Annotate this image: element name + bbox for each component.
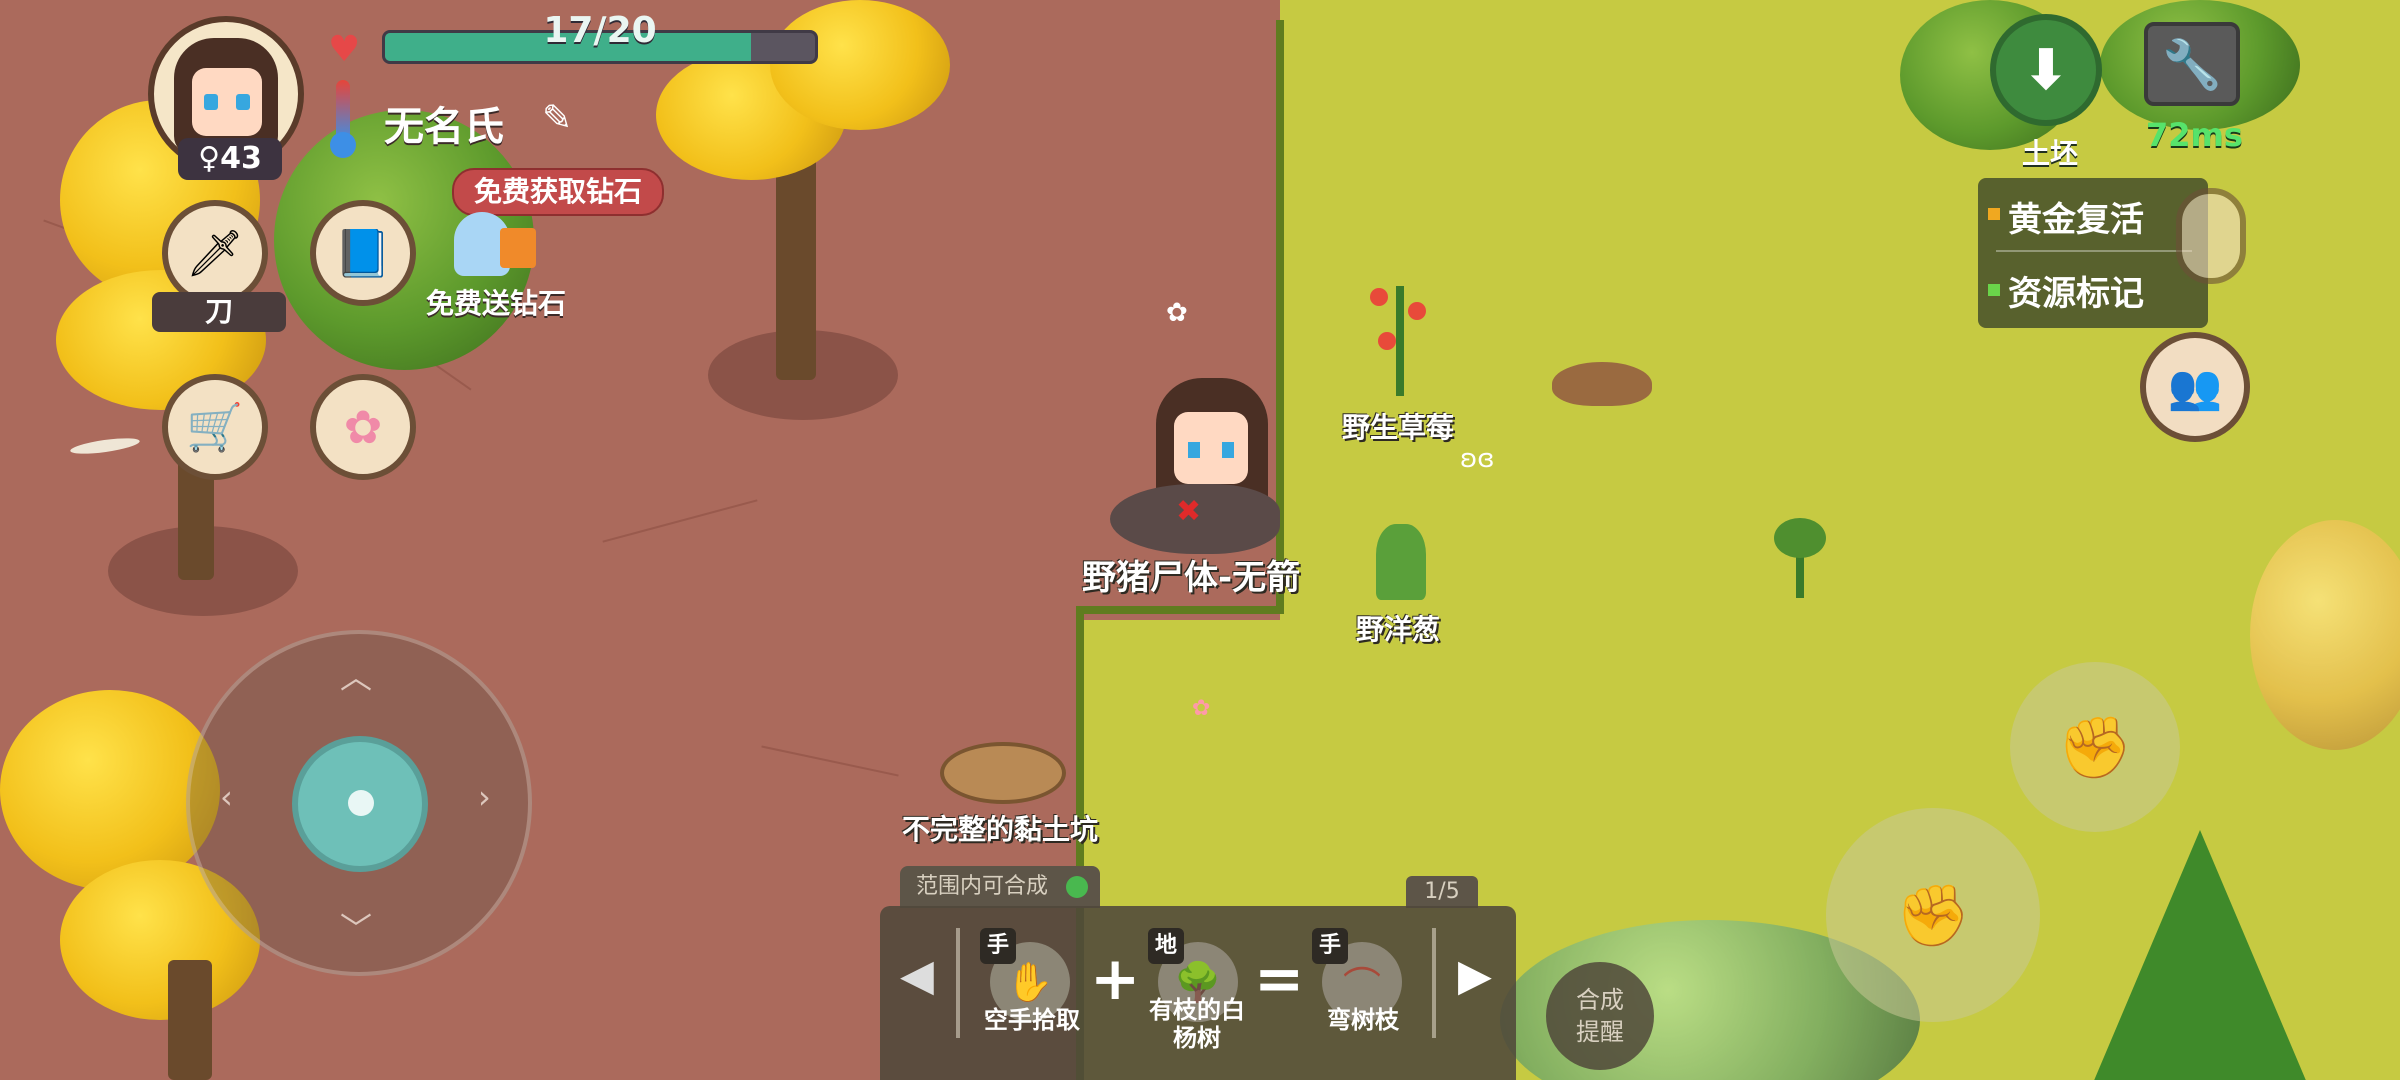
boar-corpse-label: 野猪尸体-无箭 xyxy=(1082,558,1301,598)
slot-tag-ground: 地 xyxy=(1148,928,1184,964)
friends-button[interactable]: 👥 xyxy=(2140,332,2250,442)
butterfly: ʚɞ xyxy=(1460,444,1495,474)
sapling[interactable] xyxy=(1770,508,1830,598)
feather xyxy=(69,435,141,457)
game-stage[interactable]: 野生草莓 野洋葱 ✖ 野猪尸体-无箭 不完整的黏土坑 ✿ ʚɞ ✿ ♀43 ♥ … xyxy=(0,0,2400,1080)
avatar-face xyxy=(192,68,262,136)
ping-indicator: 72ms xyxy=(2146,116,2243,154)
menu-dot-icon xyxy=(1988,208,2000,220)
weapon-label: 刀 xyxy=(152,292,286,332)
craft-status-dot xyxy=(1066,876,1088,898)
flower-icon: ✿ xyxy=(343,400,383,454)
fist-icon: ✊ xyxy=(1895,880,1971,951)
heart-icon: ♥ xyxy=(328,29,361,70)
knife-icon: 🗡 xyxy=(185,225,245,280)
craft-divider xyxy=(1432,928,1436,1038)
slot-name-poplar: 有枝的白杨树 xyxy=(1149,996,1245,1052)
avatar-eye xyxy=(236,94,250,110)
menu-resource-marker[interactable]: 资源标记 xyxy=(2008,266,2144,315)
wild-onion-label: 野洋葱 xyxy=(1356,613,1441,646)
red-x-marker: ✖ xyxy=(1176,494,1202,529)
hand-grab-icon: ✊ xyxy=(2057,712,2133,783)
plus-sign: + xyxy=(1090,944,1141,1014)
shop-button[interactable]: 🛒 xyxy=(162,374,268,480)
slot-name-bare-hand: 空手拾取 xyxy=(984,1006,1080,1034)
wild-strawberry-plant[interactable] xyxy=(1364,276,1436,396)
menu-dot-icon xyxy=(1988,284,2000,296)
player-name: 无名氏 xyxy=(384,104,504,150)
joystick-right-arrow: › xyxy=(478,778,491,816)
wrench-icon: 🔧 xyxy=(2162,36,2222,93)
joystick-left-arrow: ‹ xyxy=(220,778,233,816)
slot-name-bent-branch: 弯树枝 xyxy=(1327,1006,1399,1034)
dirt-mound[interactable] xyxy=(1552,362,1652,406)
gift-button[interactable] xyxy=(442,200,552,290)
friends-icon: 👥 xyxy=(2167,362,2223,413)
edit-name-icon[interactable]: ✎ xyxy=(542,98,572,139)
tree-trunk xyxy=(168,960,212,1080)
craft-prev-button[interactable]: ◀ xyxy=(900,950,934,1001)
avatar-eye xyxy=(204,94,218,110)
menu-gold-revive[interactable]: 黄金复活 xyxy=(2008,192,2144,241)
joystick-down-arrow: ﹀ xyxy=(340,910,373,948)
pine-tree xyxy=(2090,830,2310,1080)
slot-tag-result: 手 xyxy=(1312,928,1348,964)
equals-sign: = xyxy=(1254,944,1305,1014)
cart-icon: 🛒 xyxy=(186,399,244,454)
joystick-center-dot xyxy=(348,790,374,816)
clay-pit-label: 不完整的黏土坑 xyxy=(902,813,1099,846)
settings-button[interactable]: 🔧 xyxy=(2144,22,2240,106)
wild-onion-plant[interactable] xyxy=(1366,524,1436,600)
health-text: 17/20 xyxy=(543,10,657,51)
joystick-up-arrow: ︿ xyxy=(340,658,373,696)
ground-crack xyxy=(761,745,899,777)
side-menu: 黄金复活 资源标记 xyxy=(1978,178,2208,328)
gift-label: 免费送钻石 xyxy=(426,287,567,320)
wild-strawberry-label: 野生草莓 xyxy=(1342,411,1455,444)
arrow-down-icon: ⬇ xyxy=(2022,37,2070,103)
hand-icon: ✋ xyxy=(1006,959,1054,1004)
menu-divider xyxy=(1996,250,2192,252)
ground-crack xyxy=(602,499,758,543)
craft-page-indicator: 1/5 xyxy=(1406,876,1478,908)
craft-reminder-label: 合成提醒 xyxy=(1576,986,1624,1046)
pickup-button[interactable]: ✊ xyxy=(1826,808,2040,1022)
thermometer-bulb xyxy=(330,132,356,158)
slot-tag-hand: 手 xyxy=(980,928,1016,964)
chat-button[interactable] xyxy=(2176,188,2246,284)
interact-button[interactable]: ✊ xyxy=(2010,662,2180,832)
pink-flower: ✿ xyxy=(1192,696,1211,721)
craft-reminder-button[interactable]: 合成提醒 xyxy=(1546,962,1654,1070)
craft-divider xyxy=(956,928,960,1038)
download-button[interactable]: ⬇ xyxy=(1990,14,2102,126)
clay-pit[interactable] xyxy=(940,742,1066,804)
book-button[interactable]: 📘 xyxy=(310,200,416,306)
white-flower: ✿ xyxy=(1166,298,1188,328)
download-label: 土坯 xyxy=(2022,137,2079,170)
blossom-button[interactable]: ✿ xyxy=(310,374,416,480)
boar-corpse[interactable]: ✖ xyxy=(1110,484,1280,554)
craft-next-button[interactable]: ▶ xyxy=(1458,950,1492,1001)
book-icon: 📘 xyxy=(334,225,392,280)
gift-box-icon xyxy=(500,228,536,268)
grass-border-step xyxy=(1076,606,1284,614)
weapon-button[interactable]: 🗡 xyxy=(162,200,268,306)
level-badge: ♀43 xyxy=(178,138,282,180)
